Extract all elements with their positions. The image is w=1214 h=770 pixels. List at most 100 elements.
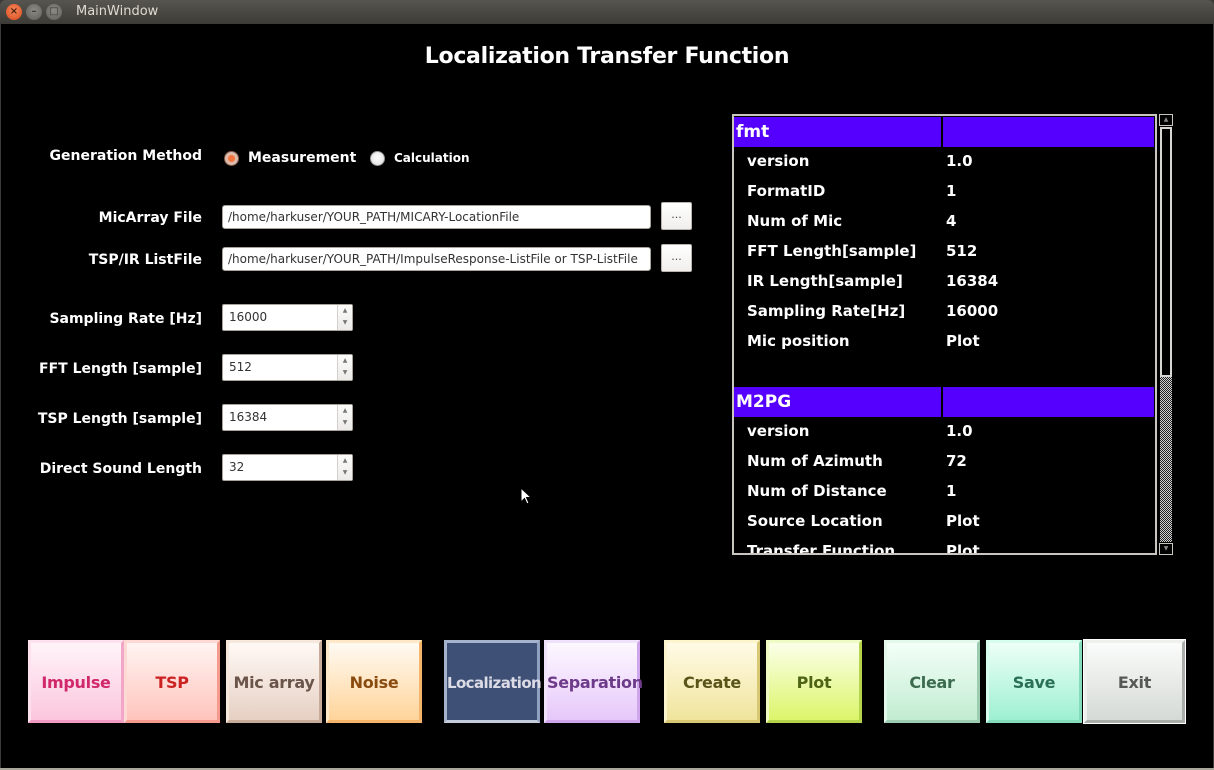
fft-length-spinbox[interactable]: 512 ▲ ▼ xyxy=(222,354,353,381)
mouse-cursor-icon xyxy=(520,487,533,505)
mic-array-button[interactable]: Mic array xyxy=(226,640,322,723)
tree-row-value: 16000 xyxy=(946,302,999,320)
tree-row-value: 1 xyxy=(946,182,957,200)
tree-row-value: 1.0 xyxy=(946,422,973,440)
maximize-window-button[interactable]: □ xyxy=(46,4,62,20)
spin-up-icon[interactable]: ▲ xyxy=(338,355,352,367)
spin-arrows: ▲ ▼ xyxy=(337,355,352,380)
tree-row[interactable]: version 1.0 xyxy=(734,147,1154,177)
create-button[interactable]: Create xyxy=(664,640,760,723)
direct-sound-length-value[interactable]: 32 xyxy=(229,460,244,474)
close-window-button[interactable]: × xyxy=(6,4,22,20)
scroll-up-icon: ▲ xyxy=(1163,116,1169,123)
micarray-browse-button[interactable]: ... xyxy=(661,202,692,230)
tree-row-value: Plot xyxy=(946,332,980,350)
direct-sound-length-label: Direct Sound Length xyxy=(39,461,202,477)
tree-row[interactable]: Source Location Plot xyxy=(734,507,1154,537)
spin-arrows: ▲ ▼ xyxy=(337,455,352,480)
tsp-ir-listfile-input[interactable]: /home/harkuser/YOUR_PATH/ImpulseResponse… xyxy=(222,247,651,271)
tsp-ir-browse-button[interactable]: ... xyxy=(661,244,692,272)
localization-button[interactable]: Localization xyxy=(444,640,542,723)
tree-row-key: Transfer Function xyxy=(747,542,896,555)
scrollbar-thumb[interactable] xyxy=(1160,127,1172,377)
tree-row[interactable]: FFT Length[sample] 512 xyxy=(734,237,1154,267)
window-titlebar: × – □ MainWindow xyxy=(0,0,1214,24)
tree-row[interactable]: FormatID 1 xyxy=(734,177,1154,207)
tree-row-value: 512 xyxy=(946,242,978,260)
tree-row-key: IR Length[sample] xyxy=(747,272,903,290)
spin-up-icon[interactable]: ▲ xyxy=(338,305,352,317)
direct-sound-length-spinbox[interactable]: 32 ▲ ▼ xyxy=(222,454,353,481)
tree-row[interactable]: Num of Distance 1 xyxy=(734,477,1154,507)
tree-row[interactable]: version 1.0 xyxy=(734,417,1154,447)
tree-row[interactable]: Transfer Function Plot xyxy=(734,537,1154,555)
maximize-icon: □ xyxy=(49,6,59,17)
tree-vertical-scrollbar[interactable]: ▲ ▼ xyxy=(1159,114,1173,555)
tree-row[interactable]: Sampling Rate[Hz] 16000 xyxy=(734,297,1154,327)
sampling-rate-spinbox[interactable]: 16000 ▲ ▼ xyxy=(222,304,353,331)
page-title: Localization Transfer Function xyxy=(424,44,790,69)
calculation-radio[interactable] xyxy=(370,151,385,166)
minimize-window-button[interactable]: – xyxy=(26,4,42,20)
tree-row-value: 4 xyxy=(946,212,957,230)
tree-row-key: Source Location xyxy=(747,512,883,530)
window-title: MainWindow xyxy=(76,4,159,19)
impulse-button[interactable]: Impulse xyxy=(28,640,124,723)
scrollbar-track[interactable] xyxy=(1160,127,1172,542)
minimize-icon: – xyxy=(31,6,37,17)
fft-length-label: FFT Length [sample] xyxy=(39,361,202,377)
tree-row-key: version xyxy=(747,152,810,170)
tree-row-value: 16384 xyxy=(946,272,999,290)
scroll-down-icon: ▼ xyxy=(1163,545,1169,552)
generation-method-label: Generation Method xyxy=(49,148,202,164)
tree-row-value: 72 xyxy=(946,452,967,470)
spin-down-icon[interactable]: ▼ xyxy=(338,367,352,379)
save-button[interactable]: Save xyxy=(986,640,1082,723)
tree-row-key: FFT Length[sample] xyxy=(747,242,917,260)
tree-row-key: Sampling Rate[Hz] xyxy=(747,302,906,320)
tree-row[interactable]: Num of Azimuth 72 xyxy=(734,447,1154,477)
tsp-length-label: TSP Length [sample] xyxy=(37,411,202,427)
main-window-client: Localization Transfer Function Generatio… xyxy=(1,24,1213,768)
measurement-radio-label[interactable]: Measurement xyxy=(248,150,356,166)
fft-length-value[interactable]: 512 xyxy=(229,360,252,374)
micarray-file-input[interactable]: /home/harkuser/YOUR_PATH/MICARY-Location… xyxy=(222,205,651,229)
tsp-ir-listfile-label: TSP/IR ListFile xyxy=(88,252,202,268)
clear-button[interactable]: Clear xyxy=(884,640,980,723)
tree-section-name: M2PG xyxy=(736,392,792,412)
tsp-length-spinbox[interactable]: 16384 ▲ ▼ xyxy=(222,404,353,431)
scroll-up-button[interactable]: ▲ xyxy=(1159,114,1173,126)
tsp-button[interactable]: TSP xyxy=(124,640,220,723)
noise-button[interactable]: Noise xyxy=(326,640,422,723)
measurement-radio[interactable] xyxy=(224,151,239,166)
tree-row[interactable]: IR Length[sample] 16384 xyxy=(734,267,1154,297)
tree-row-key: version xyxy=(747,422,810,440)
sampling-rate-label: Sampling Rate [Hz] xyxy=(49,311,202,327)
close-icon: × xyxy=(9,6,19,17)
spin-up-icon[interactable]: ▲ xyxy=(338,455,352,467)
plot-button[interactable]: Plot xyxy=(766,640,862,723)
scroll-down-button[interactable]: ▼ xyxy=(1159,543,1173,555)
tree-section-header[interactable]: M2PG xyxy=(734,387,1154,417)
spin-arrows: ▲ ▼ xyxy=(337,305,352,330)
sampling-rate-value[interactable]: 16000 xyxy=(229,310,267,324)
format-tree-view[interactable]: fmt version 1.0 FormatID 1 Num of Mic 4 FFT… xyxy=(732,114,1157,555)
tree-row-value: 1 xyxy=(946,482,957,500)
column-divider xyxy=(941,117,943,147)
exit-button[interactable]: Exit xyxy=(1083,639,1186,724)
tree-section-name: fmt xyxy=(736,122,770,142)
separation-button[interactable]: Separation xyxy=(544,640,643,723)
spin-down-icon[interactable]: ▼ xyxy=(338,317,352,329)
tree-row-key: FormatID xyxy=(747,182,826,200)
tree-row-key: Num of Azimuth xyxy=(747,452,883,470)
tree-row-value: Plot xyxy=(946,542,980,555)
tree-row[interactable]: Mic position Plot xyxy=(734,327,1154,357)
spin-up-icon[interactable]: ▲ xyxy=(338,405,352,417)
tree-row[interactable]: Num of Mic 4 xyxy=(734,207,1154,237)
tree-section-header[interactable]: fmt xyxy=(734,117,1154,147)
tsp-length-value[interactable]: 16384 xyxy=(229,410,267,424)
tree-row-value: 1.0 xyxy=(946,152,973,170)
calculation-radio-label[interactable]: Calculation xyxy=(394,151,470,165)
spin-down-icon[interactable]: ▼ xyxy=(338,417,352,429)
spin-down-icon[interactable]: ▼ xyxy=(338,467,352,479)
